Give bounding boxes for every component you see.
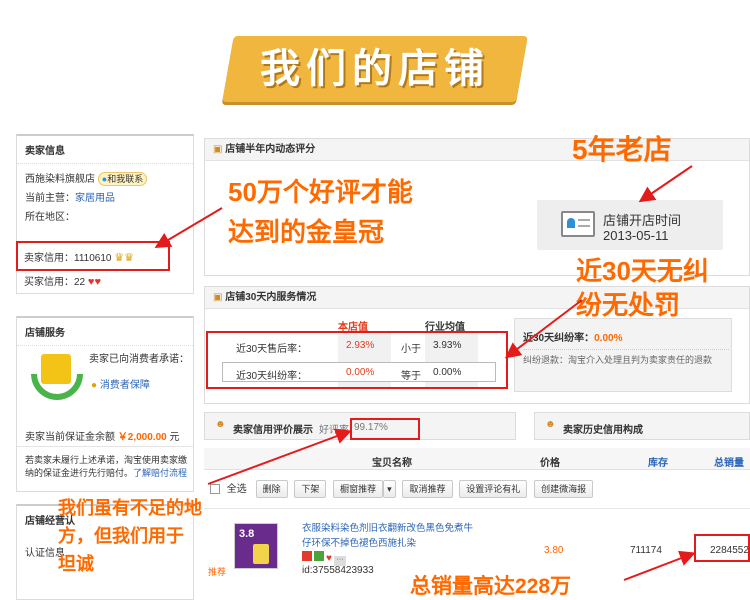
col-name-header: 宝贝名称	[372, 458, 412, 469]
deposit-value: ￥2,000.00	[117, 432, 167, 443]
heart-icon: ♥	[326, 553, 332, 564]
create-poster-button[interactable]: 创建微海报	[534, 480, 594, 498]
sales-highlight	[694, 534, 750, 562]
product-thumbnail[interactable]: 3.8	[234, 523, 278, 569]
cancel-recommend-button[interactable]: 取消推荐	[402, 480, 453, 498]
red-heart-icon: ♥♥	[87, 276, 101, 288]
shop-service-heading: 店铺服务	[17, 318, 193, 346]
product-title[interactable]: 衣服染料染色剂旧衣翻新改色黑色免煮牛 仔环保不掉色褪色西施扎染	[302, 521, 473, 551]
promise-text: 卖家已向消费者承诺：	[89, 354, 189, 365]
buyer-credit-row: 买家信用：22 ♥♥	[24, 276, 101, 288]
dynamic-rating-heading: 店铺半年内动态评分	[225, 144, 316, 155]
region-label: 所在地区：	[25, 212, 75, 223]
col-price-header: 价格	[540, 458, 560, 469]
effort-annotation: 我们虽有不足的地 方，但我们用于 坦诚	[58, 498, 202, 574]
old-shop-annotation: 5年老店	[572, 134, 672, 165]
product-stock: 711174	[630, 545, 662, 556]
calendar-icon: ▣	[213, 292, 223, 303]
guarantee-icon: ●	[91, 380, 98, 391]
id-card-icon	[561, 211, 595, 237]
col-sales-header[interactable]: 总销量	[714, 454, 744, 469]
seller-credit-value: 1110610	[74, 253, 112, 264]
user-icon: ☻	[545, 419, 556, 430]
main-business-link[interactable]: 家居用品	[75, 193, 115, 204]
badge-icon	[302, 551, 312, 561]
seller-credit-row: 卖家信用：1110610 ♛♛	[24, 252, 134, 264]
shop-name: 西施染料旗舰店	[25, 174, 95, 185]
credit-history-tab[interactable]: ☻ 卖家历史信用构成	[534, 412, 750, 440]
guarantee-note: 若卖家未履行上述承诺，淘宝使用卖家缴 纳的保证金进行先行赔付。了解赔付流程	[25, 455, 188, 478]
dispute-rate-value: 0.00%	[594, 333, 623, 344]
recommend-tag: 推荐	[208, 567, 227, 577]
crown-annotation: 50万个好评才能 达到的金皇冠	[228, 177, 413, 247]
credit-history-heading: 卖家历史信用构成	[563, 425, 643, 436]
service-status-heading: 店铺30天内服务情况	[225, 292, 317, 303]
dispute-info-box: 近30天纠纷率：0.00% 纠纷退款：淘宝介入处理且判为卖家责任的退款	[514, 318, 732, 392]
select-all-checkbox[interactable]	[210, 484, 220, 495]
product-table-header: 宝贝名称 价格 库存 总销量	[204, 448, 750, 470]
shopping-bag-icon	[31, 348, 83, 404]
product-badges: ♥ ···	[302, 551, 346, 566]
review-gift-button[interactable]: 设置评论有礼	[459, 480, 528, 498]
sales-annotation: 总销量高达228万	[410, 575, 572, 598]
no-dispute-annotation: 近30天无纠 纷无处罚	[576, 256, 709, 320]
toolbar: 全选 删除 下架 橱窗推荐 ▾ 取消推荐 设置评论有礼 创建微海报	[206, 480, 750, 504]
badge-icon	[314, 551, 324, 561]
open-time-label: 店铺开店时间	[603, 213, 682, 228]
open-time-card: 店铺开店时间 2013-05-11	[537, 200, 723, 250]
dispute-note: 纠纷退款：淘宝介入处理且判为卖家责任的退款	[523, 355, 713, 365]
credit-display-heading: 卖家信用评价展示	[233, 425, 313, 436]
open-time-value: 2013-05-11	[603, 228, 669, 243]
buyer-credit-value: 22	[74, 277, 86, 288]
col-stock-header[interactable]: 库存	[648, 454, 668, 469]
contact-button[interactable]: ●和我联系	[97, 172, 148, 186]
compensation-process-link[interactable]: 了解赔付流程	[133, 468, 187, 478]
consumer-guarantee[interactable]: ● 消费者保障	[91, 376, 150, 391]
banner-title: 我们的店铺	[260, 47, 490, 91]
good-rate-value: 99.17%	[354, 422, 388, 433]
user-icon: ☻	[215, 419, 226, 430]
gold-crown-icon: ♛♛	[114, 252, 134, 264]
select-all-label: 全选	[226, 484, 247, 495]
recommend-dropdown-button[interactable]: ▾	[383, 480, 396, 498]
seller-info-heading: 卖家信息	[17, 136, 193, 164]
main-business-label: 当前主营：	[25, 193, 75, 204]
product-id: id:37558423933	[302, 565, 374, 576]
calendar-icon: ▣	[213, 144, 223, 155]
caret-down-icon: ▾	[387, 484, 392, 494]
delist-button[interactable]: 下架	[294, 480, 327, 498]
product-price: 3.80	[544, 545, 564, 556]
shop-service-panel: 店铺服务 卖家已向消费者承诺： ● 消费者保障 卖家当前保证金余额 ￥2,000…	[16, 316, 194, 492]
service-highlight	[206, 331, 508, 389]
delete-button[interactable]: 删除	[255, 480, 288, 498]
deposit-row: 卖家当前保证金余额 ￥2,000.00 元	[25, 432, 180, 443]
window-recommend-button[interactable]: 橱窗推荐	[333, 480, 384, 498]
